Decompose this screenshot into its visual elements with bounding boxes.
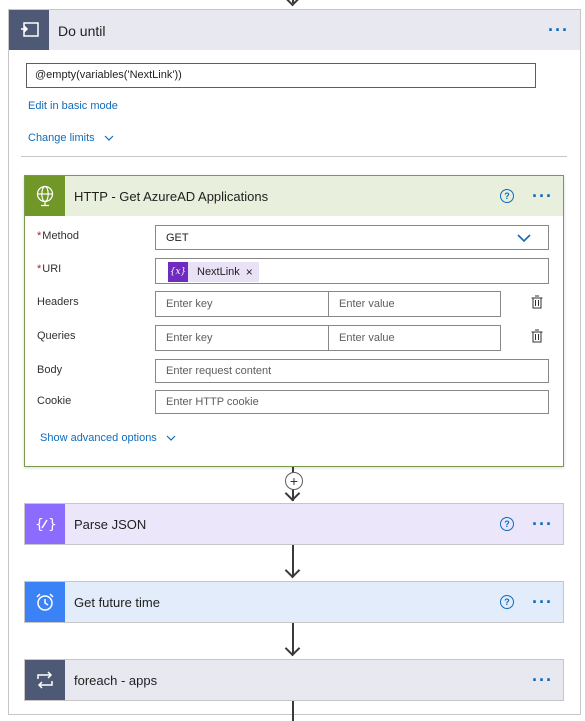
required-asterisk: *: [37, 230, 42, 242]
help-icon[interactable]: ?: [500, 595, 514, 609]
alarm-clock-icon: [25, 582, 65, 622]
method-value: GET: [166, 232, 189, 244]
required-asterisk: *: [37, 263, 42, 275]
queries-value-input[interactable]: Enter value: [328, 325, 501, 351]
parse-json-icon: { }: [25, 504, 65, 544]
http-action-card: HTTP - Get AzureAD Applications ? ··· *M…: [24, 175, 564, 467]
do-until-condition-input[interactable]: @empty(variables('NextLink')): [26, 63, 536, 88]
get-future-time-title: Get future time: [74, 595, 160, 610]
loop-icon: [25, 660, 65, 700]
parse-json-header[interactable]: { } Parse JSON ? ···: [25, 504, 563, 544]
nextlink-token[interactable]: {x} NextLink ×: [168, 262, 259, 282]
help-icon[interactable]: ?: [500, 189, 514, 203]
http-action-header[interactable]: HTTP - Get AzureAD Applications ? ···: [25, 176, 563, 216]
do-until-header[interactable]: Do until ···: [9, 10, 580, 50]
parse-json-more-icon[interactable]: ···: [532, 515, 553, 533]
foreach-apps-header[interactable]: foreach - apps ···: [25, 660, 563, 700]
uri-input[interactable]: {x} NextLink ×: [155, 258, 549, 284]
headers-label: Headers: [37, 296, 79, 308]
uri-label-text: URI: [42, 263, 62, 275]
get-future-time-header[interactable]: Get future time ? ···: [25, 582, 563, 622]
queries-label: Queries: [37, 330, 76, 342]
do-until-divider: [21, 156, 567, 157]
headers-key-input[interactable]: Enter key: [155, 291, 329, 317]
chevron-down-icon: [166, 435, 176, 441]
token-label: NextLink: [197, 266, 240, 278]
do-until-title: Do until: [58, 23, 106, 39]
get-future-time-more-icon[interactable]: ···: [532, 593, 553, 611]
uri-label: *URI: [37, 263, 61, 275]
method-select[interactable]: GET: [155, 225, 549, 250]
change-limits-link[interactable]: Change limits: [28, 132, 114, 144]
do-until-more-icon[interactable]: ···: [548, 21, 569, 39]
cookie-label: Cookie: [37, 395, 72, 407]
foreach-apps-card[interactable]: foreach - apps ···: [24, 659, 564, 701]
chevron-down-icon: [517, 234, 531, 243]
svg-text:}: }: [48, 517, 56, 533]
foreach-more-icon[interactable]: ···: [532, 671, 553, 689]
globe-icon: [25, 176, 65, 216]
foreach-apps-title: foreach - apps: [74, 673, 158, 688]
cookie-input[interactable]: Enter HTTP cookie: [155, 390, 549, 414]
method-label-text: Method: [42, 230, 79, 242]
http-more-icon[interactable]: ···: [532, 187, 553, 205]
body-label: Body: [37, 364, 63, 376]
top-arrow-icon: [284, 0, 301, 7]
get-future-time-card[interactable]: Get future time ? ···: [24, 581, 564, 623]
delete-row-icon[interactable]: [531, 329, 543, 343]
connector-line: [292, 701, 294, 721]
parse-json-title: Parse JSON: [74, 517, 147, 532]
delete-row-icon[interactable]: [531, 295, 543, 309]
help-icon[interactable]: ?: [500, 517, 514, 531]
body-input[interactable]: Enter request content: [155, 359, 549, 383]
show-advanced-options-label: Show advanced options: [40, 432, 157, 444]
http-action-title: HTTP - Get AzureAD Applications: [74, 189, 269, 204]
chevron-down-icon: [104, 135, 114, 141]
headers-value-input[interactable]: Enter value: [328, 291, 501, 317]
do-until-loop-icon: [9, 10, 49, 50]
edit-basic-mode-link[interactable]: Edit in basic mode: [28, 100, 118, 112]
remove-token-icon[interactable]: ×: [246, 265, 259, 279]
change-limits-label: Change limits: [28, 132, 95, 144]
svg-text:{: {: [35, 517, 44, 533]
expression-icon: {x}: [168, 262, 188, 282]
show-advanced-options-link[interactable]: Show advanced options: [40, 432, 176, 444]
queries-key-input[interactable]: Enter key: [155, 325, 329, 351]
parse-json-card[interactable]: { } Parse JSON ? ···: [24, 503, 564, 545]
method-label: *Method: [37, 230, 79, 242]
